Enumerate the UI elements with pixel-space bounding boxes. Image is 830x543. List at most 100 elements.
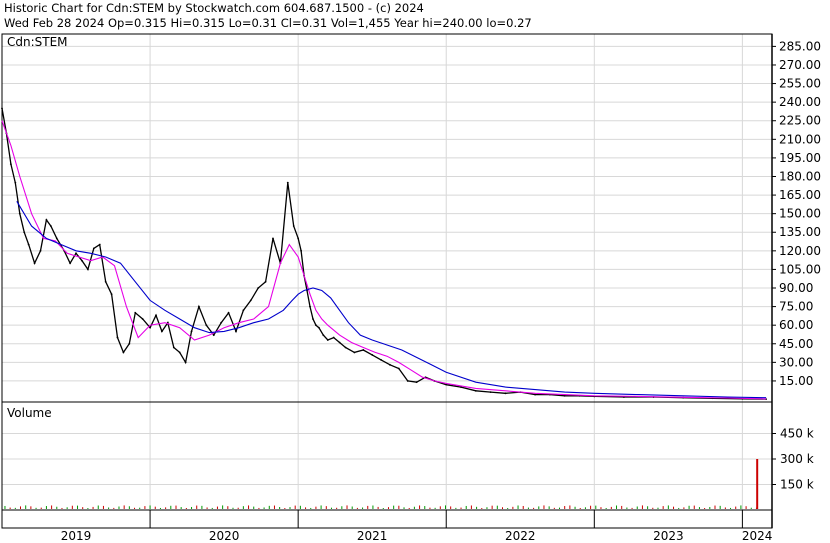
- price-point: [249, 299, 252, 302]
- price-point: [332, 336, 335, 339]
- price-point: [128, 342, 131, 345]
- price-point: [45, 218, 48, 221]
- volume-tick-label: 300 k: [780, 452, 814, 466]
- price-point: [49, 225, 52, 227]
- price-point: [9, 163, 12, 166]
- price-point: [312, 318, 314, 320]
- chart-frame: [1, 33, 773, 529]
- price-point: [415, 381, 418, 384]
- price-point: [172, 346, 175, 349]
- price-point: [242, 309, 245, 312]
- price-point: [286, 181, 289, 184]
- price-point: [161, 330, 163, 333]
- year-label: 2022: [505, 529, 536, 543]
- price-tick-label: 195.00: [779, 151, 821, 165]
- time-axis-frame: [1, 509, 773, 529]
- price-point: [134, 311, 137, 314]
- price-tick-label: 105.00: [779, 262, 821, 276]
- price-point: [104, 280, 107, 283]
- grid: [2, 34, 772, 510]
- price-tick-label: 165.00: [779, 188, 821, 202]
- price-point: [23, 231, 26, 234]
- price-point: [326, 339, 329, 341]
- price-point: [1, 107, 3, 110]
- price-point: [353, 351, 356, 354]
- volume-tick-label: 150 k: [780, 478, 814, 492]
- axis-labels: 285.00 270.00 255.00 240.00 225.00 210.00 195.…: [61, 39, 821, 543]
- price-point: [362, 349, 365, 351]
- year-label: 2020: [209, 529, 240, 543]
- price-point: [184, 361, 187, 364]
- price-panel-label: Cdn:STEM: [7, 35, 68, 49]
- price-point: [264, 280, 267, 283]
- price-point: [338, 341, 341, 344]
- price-point: [155, 314, 157, 317]
- price-tick-label: 135.00: [779, 225, 821, 239]
- price-tick-label: 150.00: [779, 207, 821, 221]
- price-point: [110, 293, 113, 296]
- year-label: 2021: [357, 529, 388, 543]
- price-point: [178, 351, 181, 354]
- price-point: [81, 259, 83, 262]
- year-label: 2019: [61, 529, 92, 543]
- price-point: [116, 336, 119, 339]
- price-point: [227, 311, 230, 314]
- price-point: [257, 287, 260, 289]
- price-point: [297, 237, 300, 240]
- price-point: [212, 334, 215, 336]
- price-point: [14, 181, 17, 184]
- price-tick-label: 75.00: [779, 300, 813, 314]
- price-point: [55, 237, 58, 240]
- price-point: [220, 321, 223, 324]
- price-tick-label: 90.00: [779, 281, 813, 295]
- price-point: [149, 326, 151, 329]
- price-point: [489, 391, 492, 393]
- price-tick-label: 180.00: [779, 169, 821, 183]
- price-point: [317, 326, 320, 329]
- price-tick-label: 30.00: [779, 355, 813, 369]
- price-point: [380, 358, 382, 361]
- stock-chart: 285.00 270.00 255.00 240.00 225.00 210.00 195.…: [1, 33, 821, 543]
- price-point: [389, 363, 391, 366]
- ma_short-line: [1, 120, 767, 400]
- price-point: [39, 249, 42, 252]
- price-tick-label: 255.00: [779, 77, 821, 91]
- price-point: [309, 305, 311, 308]
- price-point: [397, 367, 400, 370]
- price-point: [272, 237, 274, 240]
- price-point: [86, 268, 89, 271]
- price-tick-label: 210.00: [779, 132, 821, 146]
- price-point: [198, 305, 200, 308]
- price-point: [27, 243, 30, 246]
- price-point: [122, 351, 125, 354]
- price-point: [98, 243, 101, 246]
- price-point: [69, 262, 72, 265]
- volume-panel-label: Volume: [7, 406, 52, 420]
- price-panel-frame: [1, 33, 773, 403]
- price-tick-label: 270.00: [779, 58, 821, 72]
- price-tick-label: 240.00: [779, 95, 821, 109]
- price-point: [406, 380, 409, 382]
- price-point: [205, 324, 208, 327]
- year-label: 2023: [653, 529, 684, 543]
- price-point: [504, 392, 507, 395]
- price-point: [474, 389, 477, 392]
- price-point: [141, 318, 144, 320]
- price-point: [534, 393, 536, 396]
- price-point: [344, 346, 347, 349]
- volume-panel-frame: [1, 401, 773, 511]
- volume-tick-label: 450 k: [780, 427, 814, 441]
- series-layer: [1, 107, 767, 401]
- price-tick-label: 120.00: [779, 244, 821, 258]
- price-point: [315, 324, 317, 327]
- year-label: 2024: [742, 529, 773, 543]
- price-point: [322, 334, 325, 336]
- price-tick-label: 60.00: [779, 318, 813, 332]
- price-point: [292, 225, 295, 227]
- price-tick-label: 45.00: [779, 337, 813, 351]
- price-point: [190, 330, 193, 333]
- price-point: [92, 247, 95, 250]
- ma_long-line: [16, 201, 767, 399]
- price-point: [75, 252, 77, 255]
- price-point: [235, 330, 237, 333]
